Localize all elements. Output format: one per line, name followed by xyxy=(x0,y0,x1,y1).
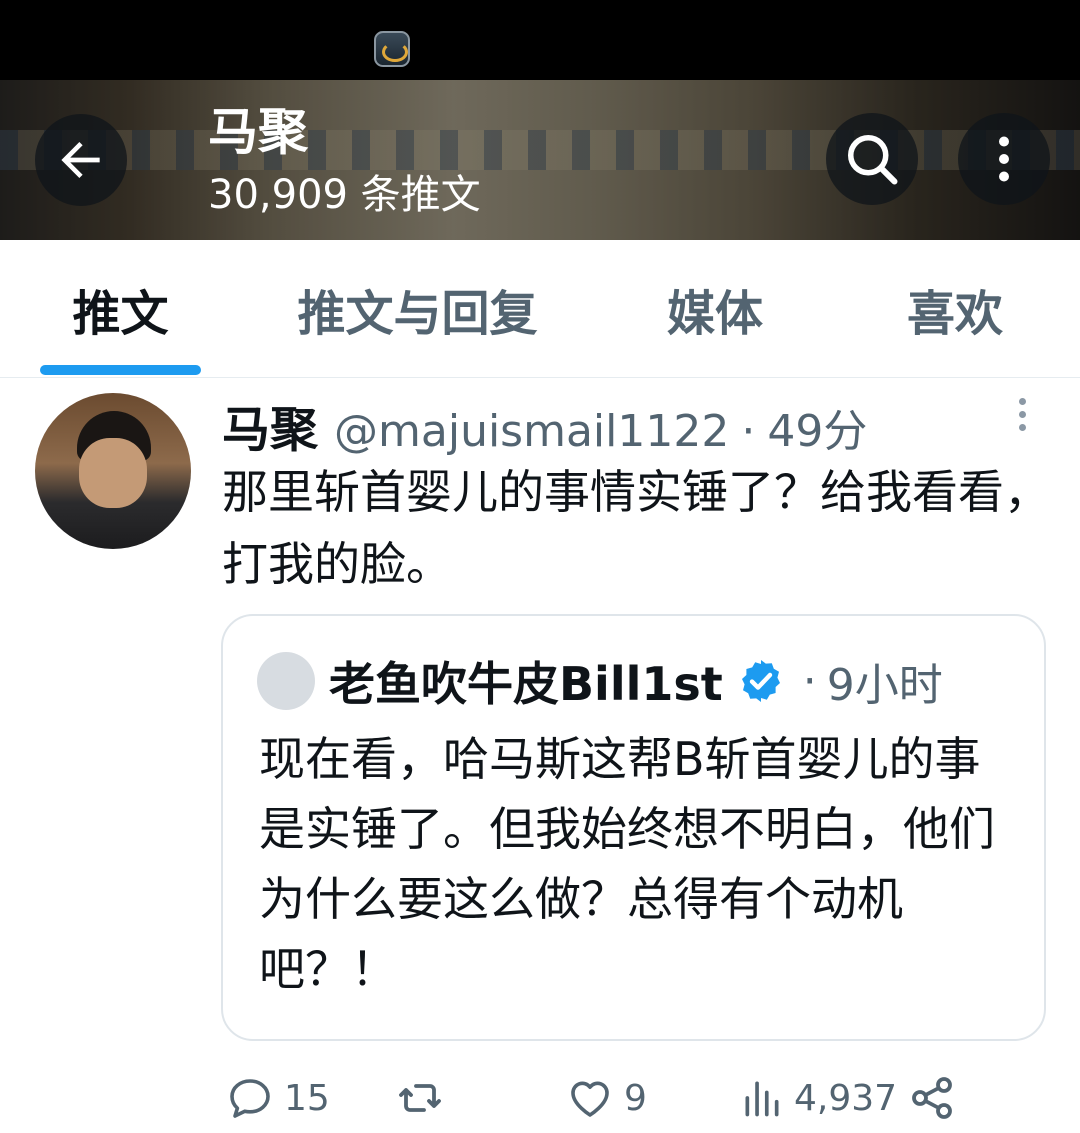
like-icon xyxy=(571,1081,609,1117)
retweet-button[interactable] xyxy=(394,1066,446,1130)
back-arrow-icon xyxy=(61,142,100,178)
quoted-avatar xyxy=(257,652,315,710)
retweet-icon xyxy=(399,1084,441,1112)
more-dot-icon xyxy=(1018,424,1026,431)
more-dot-icon xyxy=(1018,411,1026,418)
author-name[interactable]: 马聚 xyxy=(222,390,318,460)
reply-button[interactable]: 15 xyxy=(226,1066,330,1130)
view-count: 4,937 xyxy=(794,1077,898,1119)
profile-title: 马聚 xyxy=(208,103,308,161)
share-icon xyxy=(912,1077,952,1119)
active-tab-indicator xyxy=(40,365,201,375)
quoted-tweet-text: 现在看，哈马斯这帮B斩首婴儿的事是实锤了。但我始终想不明白，他们为什么要这么做？… xyxy=(259,732,995,996)
share-button[interactable] xyxy=(908,1066,956,1130)
tab-likes[interactable]: 喜欢 xyxy=(880,240,1030,378)
views-button[interactable]: 4,937 xyxy=(740,1066,897,1130)
like-count: 9 xyxy=(624,1077,647,1119)
tab-tweets[interactable]: 推文 xyxy=(40,240,201,378)
more-options-button[interactable] xyxy=(958,113,1050,205)
quoted-author-name: 老鱼吹牛皮Bill1st xyxy=(329,657,723,711)
tweet-header: 马聚 @majuismail1122 · 49分 xyxy=(222,390,867,458)
author-handle[interactable]: @majuismail1122 xyxy=(334,406,729,457)
tweet-time[interactable]: 49分 xyxy=(767,395,867,459)
like-button[interactable]: 9 xyxy=(566,1066,647,1130)
tweet-text: 那里斩首婴儿的事情实锤了？给我看看，打我的脸。 xyxy=(222,465,1050,591)
tweet-count: 30,909 条推文 xyxy=(208,172,481,218)
reply-count: 15 xyxy=(284,1077,330,1119)
reply-icon xyxy=(230,1079,270,1118)
profile-header: 马聚 30,909 条推文 xyxy=(0,80,1080,240)
back-button[interactable] xyxy=(35,114,127,206)
separator-dot: · xyxy=(802,655,817,707)
tweet-more-button[interactable] xyxy=(1010,398,1034,438)
views-icon xyxy=(745,1081,779,1117)
app-notification-icon xyxy=(374,31,410,67)
search-icon xyxy=(848,135,898,185)
avatar[interactable] xyxy=(35,393,191,549)
separator-dot: · xyxy=(741,406,756,457)
more-dot-icon xyxy=(1018,398,1026,405)
tweet-actions: 15 9 4,937 xyxy=(0,1066,1080,1130)
verified-badge-icon xyxy=(741,660,780,702)
profile-tabs: 推文 推文与回复 媒体 喜欢 xyxy=(0,240,1080,378)
quoted-tweet-time: 9小时 xyxy=(826,660,943,711)
more-vertical-icon xyxy=(999,136,1009,182)
quoted-tweet-header: 老鱼吹牛皮Bill1st · 9小时 xyxy=(329,646,943,716)
search-button[interactable] xyxy=(826,113,918,205)
tab-media[interactable]: 媒体 xyxy=(640,240,790,378)
tab-tweets-and-replies[interactable]: 推文与回复 xyxy=(270,240,565,378)
status-bar xyxy=(0,0,1080,80)
quoted-tweet[interactable]: 老鱼吹牛皮Bill1st · 9小时 现在看，哈马斯这帮B斩首婴儿的事是实锤了。… xyxy=(221,614,1046,1041)
